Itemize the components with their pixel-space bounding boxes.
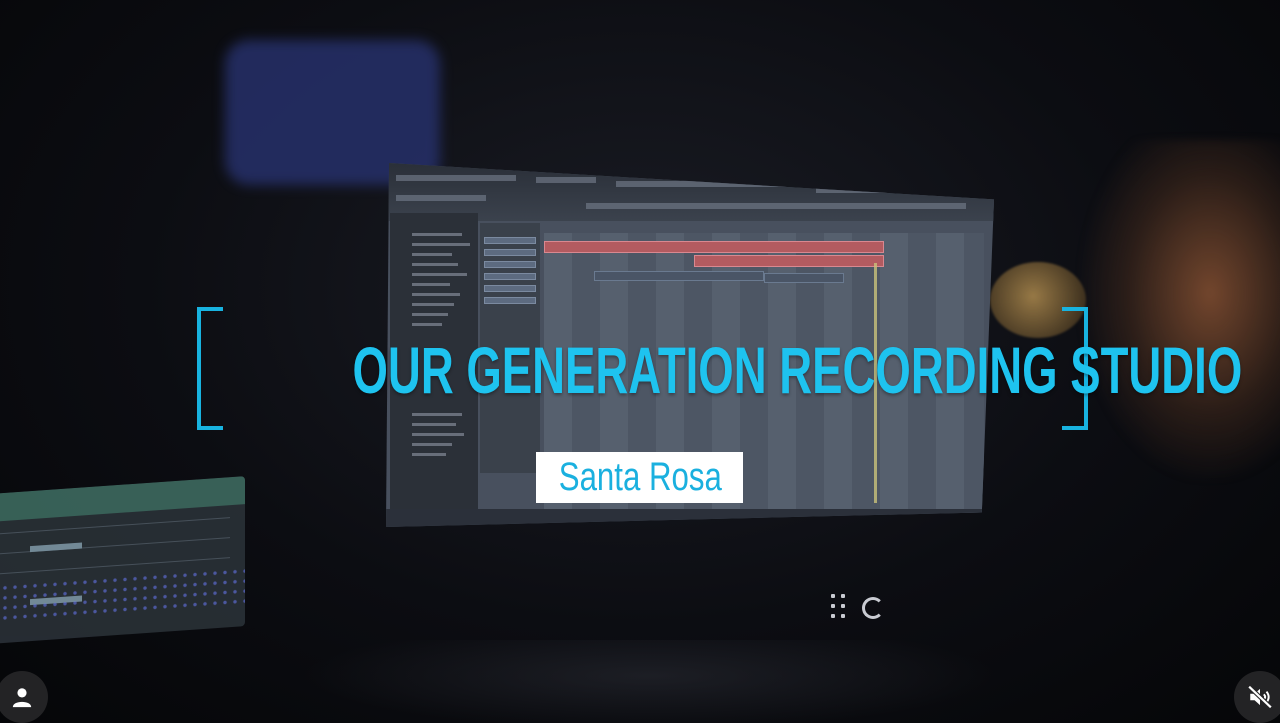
os-taskbar — [386, 509, 994, 527]
subtitle-box: Santa Rosa — [536, 452, 743, 503]
video-frame[interactable]: OUR GENERATION RECORDING STUDIO Santa Ro… — [0, 0, 1280, 723]
overlay-subtitle: Santa Rosa — [558, 455, 722, 499]
device-control-lights — [825, 592, 895, 622]
mute-toggle-button[interactable] — [1234, 671, 1280, 723]
title-bracket-left — [197, 307, 223, 430]
laptop-screen — [0, 476, 245, 644]
overlay-title: OUR GENERATION RECORDING STUDIO — [352, 333, 1243, 407]
speaker-muted-icon — [1247, 685, 1273, 709]
blurred-window-light — [225, 40, 440, 185]
person-icon — [12, 688, 32, 708]
profile-button[interactable] — [0, 671, 48, 723]
desk-surface — [300, 640, 1000, 723]
lamp-glow — [1080, 140, 1280, 480]
